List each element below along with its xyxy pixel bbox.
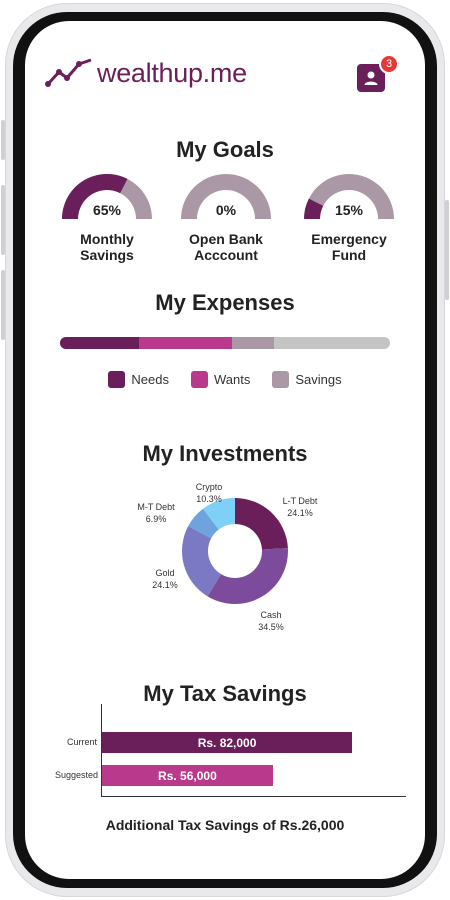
legend-swatch <box>108 371 126 388</box>
goal-label: Monthly Savings <box>80 231 134 263</box>
slice-label-gold: Gold 24.1% <box>152 568 178 590</box>
category-label-suggested: Suggested <box>55 770 99 780</box>
brand-name: wealthup.me <box>97 57 247 88</box>
investments-title: My Investments <box>142 441 308 466</box>
expense-segment-wants <box>139 337 232 349</box>
bar-value-label: Rs. 82,000 <box>197 735 257 750</box>
goal-open-bank-account[interactable]: 0% Open Bank Acccount <box>171 173 281 263</box>
tax-savings-summary: Additional Tax Savings of Rs.26,000 <box>105 817 345 833</box>
goal-monthly-savings[interactable]: 65% Monthly Savings <box>52 173 162 263</box>
goal-percent: 0% <box>215 202 237 218</box>
expenses-title: My Expenses <box>155 290 295 315</box>
legend-swatch <box>272 371 290 388</box>
goal-percent: 65% <box>92 202 122 218</box>
notification-badge: 3 <box>379 54 399 74</box>
tax-bar-suggested[interactable]: Rs. 56,000 <box>102 765 273 786</box>
phone-side-button <box>1 120 5 160</box>
goal-label: Open Bank Acccount <box>189 231 263 263</box>
expense-segment-savings <box>231 337 275 349</box>
user-icon <box>364 71 378 85</box>
expense-segment-needs <box>60 337 140 349</box>
legend-item-savings: Savings <box>272 371 342 388</box>
goal-percent: 15% <box>334 202 364 218</box>
goal-emergency-fund[interactable]: 15% Emergency Fund <box>294 173 404 263</box>
goal-label: Emergency Fund <box>311 231 387 263</box>
tax-bar-chart: Current Suggested Rs. 82,000 Rs. 56,000 <box>55 704 410 799</box>
goals-title: My Goals <box>176 137 274 162</box>
legend-swatch <box>190 371 208 388</box>
phone-side-button <box>1 270 5 340</box>
slice-label-lt-debt: L-T Debt 24.1% <box>282 496 318 518</box>
expense-progress-bar[interactable] <box>60 337 390 349</box>
slice-label-crypto: Crypto 10.3% <box>195 482 223 504</box>
slice-label-mt-debt: M-T Debt 6.9% <box>137 502 175 524</box>
x-axis <box>101 796 406 797</box>
legend-item-wants: Wants <box>190 371 250 388</box>
expense-legend: Needs Wants Savings <box>25 371 425 388</box>
trend-line-icon <box>45 58 92 87</box>
investments-donut-chart[interactable]: L-T Debt 24.1% Cash 34.5% Gold 24.1% M-T De… <box>125 471 345 651</box>
phone-side-button <box>1 185 5 255</box>
bar-value-label: Rs. 56,000 <box>158 768 217 783</box>
phone-side-button <box>445 200 449 300</box>
tax-bar-current[interactable]: Rs. 82,000 <box>102 732 353 753</box>
slice-label-cash: Cash 34.5% <box>258 610 284 632</box>
brand-logo[interactable]: wealthup.me <box>45 55 247 91</box>
legend-item-needs: Needs <box>108 371 169 388</box>
app-screen: wealthup.me 3 My Goals 65% Monthly Savin… <box>25 21 425 879</box>
category-label-current: Current <box>66 737 97 747</box>
